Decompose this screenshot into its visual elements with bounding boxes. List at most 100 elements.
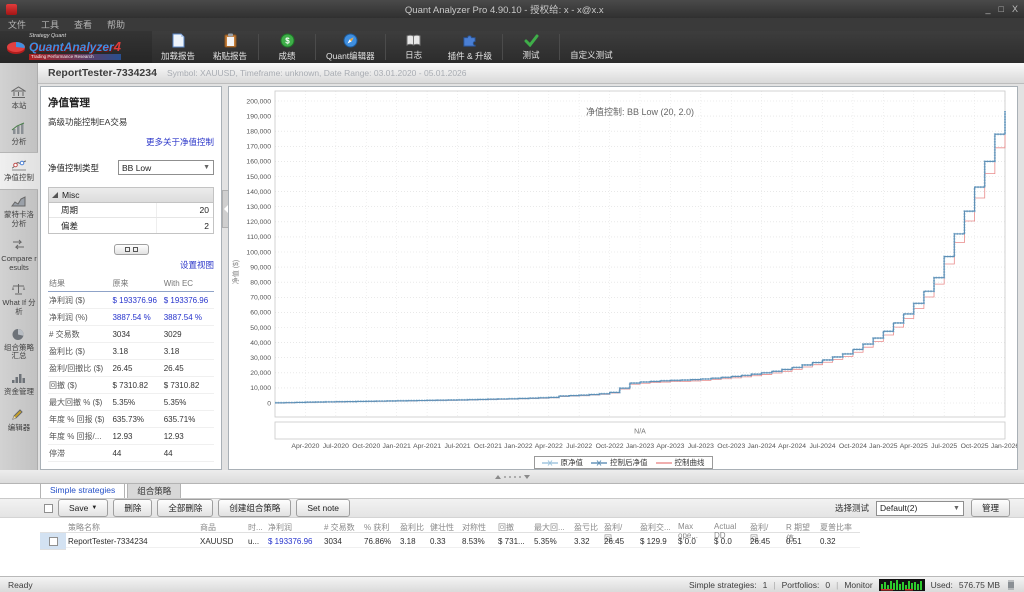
scale-icon xyxy=(11,283,27,297)
strategies-header-row: 策略名称商品时...净利润# 交易数% 获利盈利比健壮性对称性回撤最大回...盈… xyxy=(40,520,860,533)
column-header[interactable]: 净利润 xyxy=(266,520,322,533)
column-header[interactable]: 盈亏比 xyxy=(572,520,602,533)
column-header[interactable]: 健壮性 xyxy=(428,520,460,533)
results-cell: 3029 xyxy=(163,326,214,343)
row-checkbox[interactable] xyxy=(49,537,58,546)
set-note-button[interactable]: Set note xyxy=(296,499,350,517)
save-button[interactable]: Save▼ xyxy=(58,499,108,517)
row-cell: ReportTester-7334234 xyxy=(66,535,198,548)
column-header[interactable]: Actual DD xyxy=(712,520,748,533)
custom-tests-button[interactable]: 自定义测试 xyxy=(562,31,621,63)
more-about-equity-control-link[interactable]: 更多关于净值控制 xyxy=(48,136,214,148)
x-tick-label: Apr-2025 xyxy=(900,443,928,450)
row-cell: $ 0.0 xyxy=(712,535,748,548)
property-group-header[interactable]: Misc xyxy=(49,188,213,203)
log-label: 日志 xyxy=(405,49,422,61)
close-button[interactable]: X xyxy=(1012,4,1018,14)
column-header[interactable]: R 期望值 xyxy=(784,520,818,533)
column-header[interactable]: 盈利/回... xyxy=(602,520,638,533)
maximize-button[interactable]: □ xyxy=(999,4,1004,14)
results-cell: 3887.54 % xyxy=(111,309,162,326)
equity-control-type-select[interactable]: BB Low ▼ xyxy=(118,160,214,175)
memory-monitor-graph xyxy=(879,579,925,591)
delete-button[interactable]: 删除 xyxy=(113,499,152,517)
x-tick-label: Apr-2021 xyxy=(413,443,441,450)
column-header[interactable]: % 获利 xyxy=(362,520,398,533)
y-tick-label: 40,000 xyxy=(250,340,271,347)
results-cell: 12.93 xyxy=(111,428,162,445)
property-value[interactable]: 20 xyxy=(157,205,213,215)
tab-portfolios[interactable]: 组合策略 xyxy=(127,483,181,498)
column-header[interactable]: 回撤 xyxy=(496,520,532,533)
create-portfolio-button[interactable]: 创建组合策略 xyxy=(218,499,291,517)
column-header[interactable]: # 交易数 xyxy=(322,520,362,533)
menu-item-1[interactable]: 工具 xyxy=(41,18,59,31)
results-cell: $ 7310.82 xyxy=(163,377,214,394)
row-cell: 3.18 xyxy=(398,535,428,548)
sidebar-item-money-management[interactable]: 资金管理 xyxy=(0,367,38,403)
menu-item-2[interactable]: 查看 xyxy=(74,18,92,31)
menu-item-3[interactable]: 帮助 xyxy=(107,18,125,31)
results-cell: 3.18 xyxy=(163,343,214,360)
column-header[interactable]: 对称性 xyxy=(460,520,496,533)
sidebar-item-label: What If 分析 xyxy=(1,299,37,316)
sidebar-item-editor[interactable]: 编辑器 xyxy=(0,403,38,439)
splitter-up-icon[interactable] xyxy=(495,475,501,479)
column-header[interactable]: 商品 xyxy=(198,520,246,533)
strategy-row[interactable]: ReportTester-7334234XAUUSDu...$ 193376.9… xyxy=(40,533,860,550)
column-header[interactable]: 夏普比率 xyxy=(818,520,860,533)
results-button[interactable]: $成绩 xyxy=(261,31,313,63)
minimize-button[interactable]: _ xyxy=(986,4,991,14)
main-toolbar: Strategy Quant QuantAnalyzer4 Trading Pe… xyxy=(0,31,1024,63)
legend-marker-icon xyxy=(656,459,672,467)
sidebar-item-compare-results[interactable]: Compare results xyxy=(0,234,38,278)
column-header[interactable]: Max ope... xyxy=(676,520,712,533)
column-header[interactable]: 盈利交... xyxy=(638,520,676,533)
calculate-button[interactable] xyxy=(114,244,149,255)
splitter-down-icon[interactable] xyxy=(524,475,530,479)
results-cell: 635.73% xyxy=(111,411,162,428)
sidebar-item-monte-carlo[interactable]: 蒙特卡洛分析 xyxy=(0,190,38,234)
x-tick-label: Jul-2024 xyxy=(809,443,835,450)
row-cell: $ 731... xyxy=(496,535,532,548)
results-header-row: 结果原来With EC xyxy=(48,276,214,292)
header-spacer xyxy=(40,520,66,533)
window-title: Quant Analyzer Pro 4.90.10 - 授权给: x - x@… xyxy=(23,2,986,16)
delete-all-button[interactable]: 全部删除 xyxy=(157,499,213,517)
log-button[interactable]: 日志 xyxy=(388,31,440,63)
test-select[interactable]: Default(2) ▼ xyxy=(876,501,964,516)
sidebar-item-overview[interactable]: 本站 xyxy=(0,81,38,117)
property-value[interactable]: 2 xyxy=(157,221,213,231)
column-header[interactable]: 最大回... xyxy=(532,520,572,533)
legend-item-controlled-equity: 控制后净值 xyxy=(591,457,648,468)
manage-button[interactable]: 管理 xyxy=(971,499,1010,517)
sidebar-item-analyze[interactable]: 分析 xyxy=(0,117,38,153)
sidebar-item-equity-control[interactable]: 净值控制 xyxy=(0,152,38,190)
sidebar-item-label: Compare results xyxy=(1,255,37,272)
y-tick-label: 190,000 xyxy=(246,113,271,120)
sidebar-item-portfolio-report[interactable]: 组合策略汇总 xyxy=(0,323,38,367)
results-row: 回撤 ($)$ 7310.82$ 7310.82 xyxy=(48,377,214,394)
column-header[interactable]: 盈利/回... xyxy=(748,520,784,533)
column-header[interactable]: 策略名称 xyxy=(66,520,198,533)
logo-version: 4 xyxy=(114,39,121,54)
load-report-button[interactable]: 加载报告 xyxy=(152,31,204,63)
paste-report-button[interactable]: 粘贴报告 xyxy=(204,31,256,63)
tab-simple-strategies[interactable]: Simple strategies xyxy=(40,483,125,498)
horizontal-splitter[interactable] xyxy=(0,470,1024,483)
sidebar-item-what-if[interactable]: What If 分析 xyxy=(0,278,38,322)
test-button[interactable]: 测试 xyxy=(505,31,557,63)
plugins-upgrade-button[interactable]: 插件 & 升级 xyxy=(440,31,500,63)
compare-arrows-icon xyxy=(11,239,27,253)
column-header[interactable]: 时... xyxy=(246,520,266,533)
property-row[interactable]: 周期20 xyxy=(49,203,213,218)
select-all-checkbox[interactable] xyxy=(44,504,53,513)
settings-view-link[interactable]: 设置视图 xyxy=(48,259,214,271)
row-cell: 26.45 xyxy=(748,535,784,548)
quant-editor-button[interactable]: Quant编辑器 xyxy=(318,31,383,63)
results-row: 盈利/回撤比 ($)26.4526.45 xyxy=(48,360,214,377)
property-row[interactable]: 偏差2 xyxy=(49,218,213,233)
column-header[interactable]: 盈利比 xyxy=(398,520,428,533)
menu-item-0[interactable]: 文件 xyxy=(8,18,26,31)
titlebar: Quant Analyzer Pro 4.90.10 - 授权给: x - x@… xyxy=(0,0,1024,18)
